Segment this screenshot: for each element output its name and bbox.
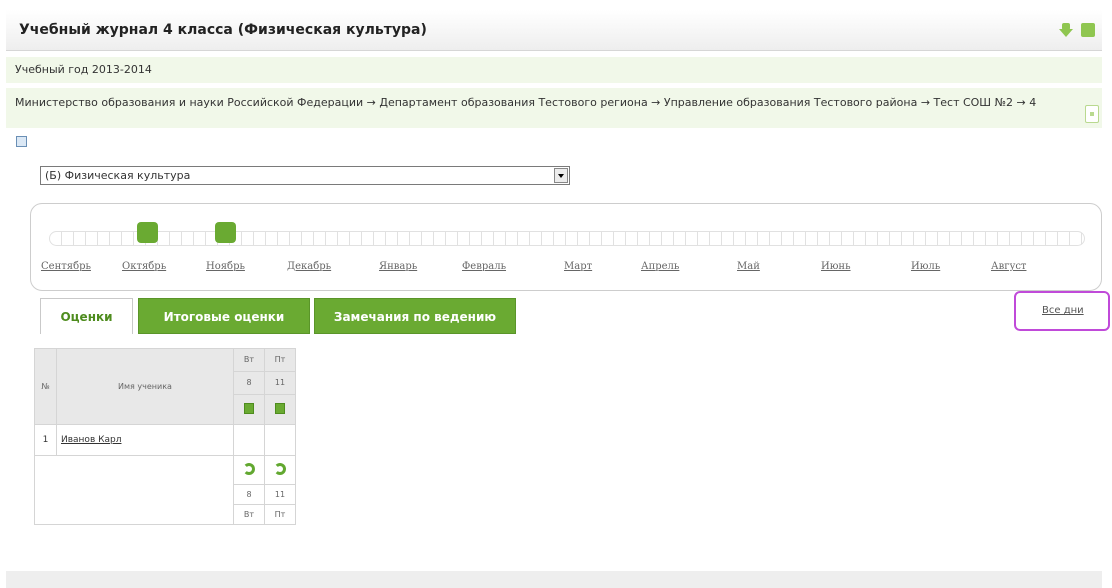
subject-select-value: (Б) Физическая культура — [45, 169, 191, 182]
footer-bar — [6, 571, 1102, 588]
month-link[interactable]: Апрель — [641, 261, 679, 272]
month-link[interactable]: Июль — [911, 261, 940, 272]
month-link[interactable]: Август — [991, 261, 1026, 272]
all-days-link[interactable]: Все дни — [1042, 305, 1084, 316]
day-date: 11 — [264, 370, 296, 395]
grade-cell[interactable] — [233, 424, 265, 456]
day-date: 11 — [264, 484, 296, 505]
lesson-topic-icon[interactable] — [275, 402, 285, 414]
month-link[interactable]: Ноябрь — [206, 261, 245, 272]
organization-breadcrumb: Министерство образования и науки Российс… — [6, 88, 1102, 128]
month-link[interactable]: Март — [564, 261, 592, 272]
month-link[interactable]: Июнь — [821, 261, 851, 272]
academic-year: Учебный год 2013-2014 — [6, 57, 1102, 83]
month-link[interactable]: Февраль — [462, 261, 506, 272]
day-weekday: Пт — [264, 348, 296, 372]
journal-header: Учебный журнал 4 класса (Физическая куль… — [6, 10, 1102, 51]
timeline-track[interactable] — [49, 231, 1085, 246]
month-link[interactable]: Октябрь — [122, 261, 166, 272]
download-icon[interactable] — [1059, 23, 1073, 37]
student-name-link[interactable]: Иванов Карл — [56, 424, 234, 456]
month-link[interactable]: Январь — [379, 261, 417, 272]
day-weekday: Пт — [264, 504, 296, 525]
month-link[interactable]: Декабрь — [287, 261, 331, 272]
month-link[interactable]: Сентябрь — [41, 261, 91, 272]
month-link[interactable]: Май — [737, 261, 760, 272]
month-timeline: Сентябрь Октябрь Ноябрь Декабрь Январь Ф… — [30, 203, 1102, 291]
tab-grades[interactable]: Оценки — [40, 298, 133, 334]
range-end-handle[interactable] — [215, 222, 236, 243]
refresh-icon[interactable] — [243, 463, 255, 475]
row-number: 1 — [34, 424, 57, 456]
grades-table: № Имя ученика Вт Пт 8 11 1 Иванов Карл 8… — [34, 348, 296, 525]
all-days-highlight: Все дни — [1014, 291, 1110, 331]
range-start-handle[interactable] — [137, 222, 158, 243]
refresh-icon[interactable] — [274, 463, 286, 475]
name-header: Имя ученика — [56, 348, 234, 425]
day-weekday: Вт — [233, 348, 265, 372]
day-date: 8 — [233, 484, 265, 505]
report-icon[interactable] — [16, 136, 27, 147]
tab-journal-remarks[interactable]: Замечания по ведению журнала — [314, 298, 516, 360]
grade-cell[interactable] — [264, 424, 296, 456]
tab-final-grades[interactable]: Итоговые оценки — [138, 298, 310, 334]
expand-button[interactable] — [1085, 105, 1099, 123]
chevron-down-icon[interactable] — [554, 168, 568, 183]
day-weekday: Вт — [233, 504, 265, 525]
day-date: 8 — [233, 370, 265, 395]
save-icon[interactable] — [1081, 23, 1095, 37]
table-row: 1 Иванов Карл — [34, 424, 296, 456]
lesson-topic-icon[interactable] — [244, 402, 254, 414]
page-title: Учебный журнал 4 класса (Физическая куль… — [19, 22, 427, 38]
subject-select[interactable]: (Б) Физическая культура — [40, 166, 570, 185]
num-header: № — [34, 348, 57, 425]
